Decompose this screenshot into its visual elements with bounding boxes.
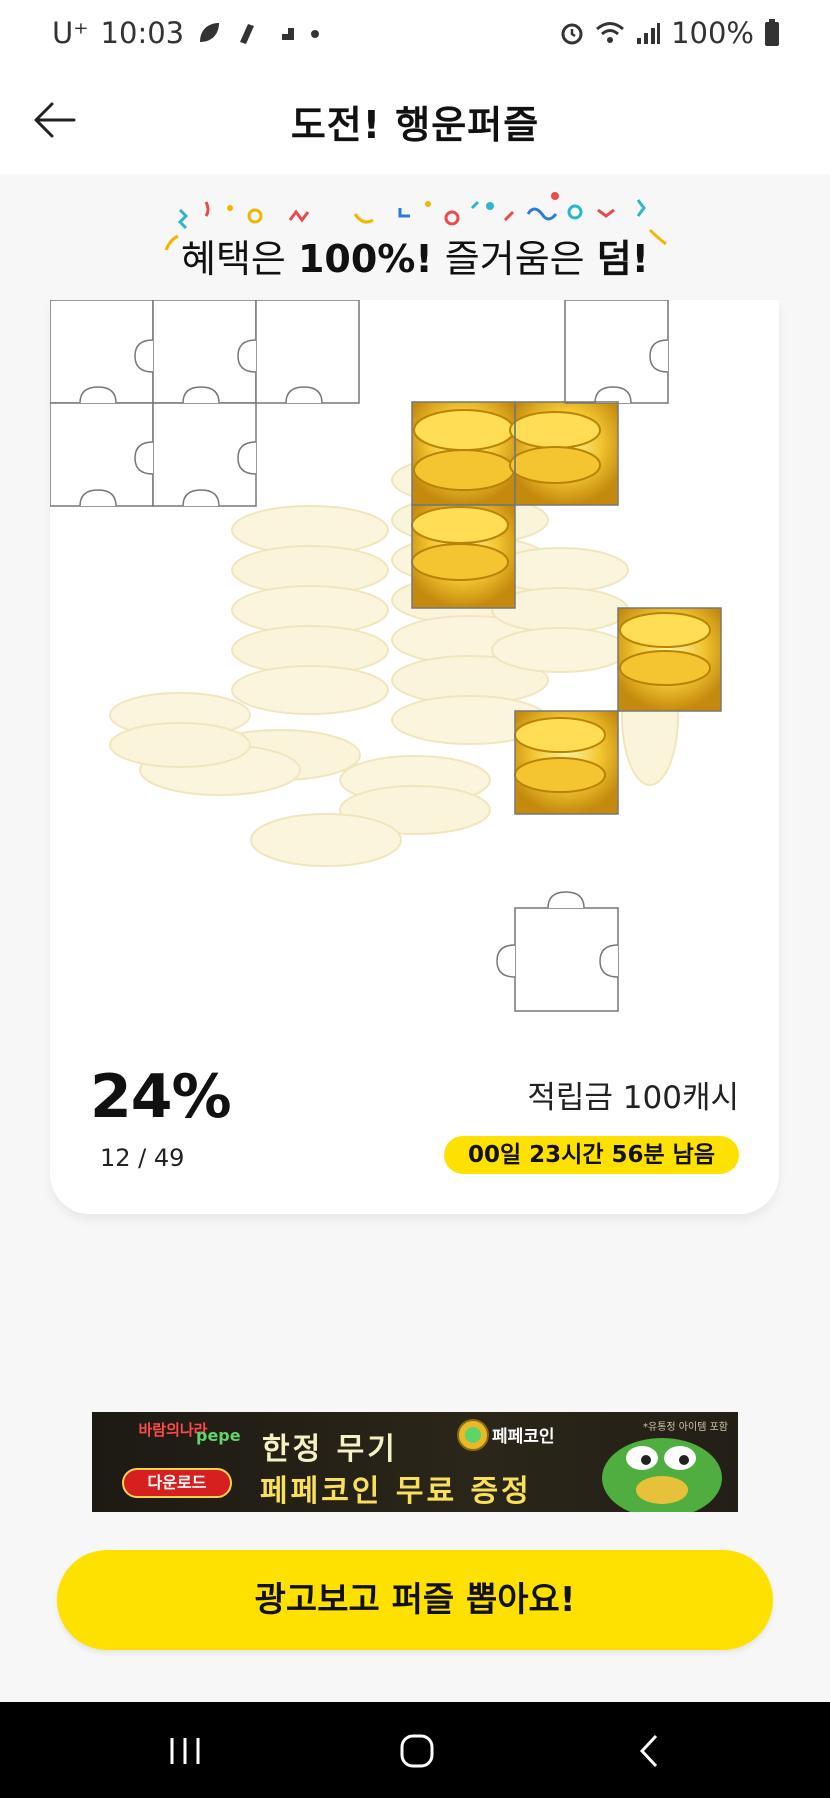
status-bar: U⁺ 10:03 100% — [0, 0, 830, 70]
revealed-piece — [514, 711, 618, 814]
progress-percent: 24% — [90, 1062, 232, 1132]
leaf-icon — [200, 23, 220, 42]
back-nav-icon[interactable] — [626, 1728, 676, 1774]
puzzle-board — [50, 300, 722, 1012]
gesture-icon — [240, 24, 255, 44]
revealed-piece — [412, 402, 515, 505]
banner-line2: 페페코인 무료 증정 — [260, 1474, 532, 1509]
status-left: U⁺ 10:03 — [52, 16, 320, 50]
recent-apps-icon[interactable] — [160, 1728, 210, 1774]
time-left-badge: 00일 23시간 56분 남음 — [443, 1136, 739, 1174]
watch-ad-draw-button[interactable]: 광고보고 퍼즐 뽑아요! — [57, 1550, 773, 1650]
revealed-piece — [509, 402, 618, 505]
carrier-label: U⁺ — [52, 16, 89, 50]
alarm-icon — [561, 23, 583, 45]
banner-coin-name: 페페코인 — [492, 1427, 555, 1447]
signal-icon — [637, 23, 661, 44]
app-bar: 도전! 행운퍼즐 — [0, 70, 830, 174]
battery-icon — [765, 19, 779, 46]
headline-part2: 즐거움은 — [432, 237, 597, 281]
revealed-piece — [411, 505, 515, 608]
headline-part1: 혜택은 — [181, 237, 298, 281]
clock: 10:03 — [100, 16, 185, 50]
headline: 혜택은 100%! 즐거움은 덤! — [0, 228, 830, 283]
puzzle-card: 24% 12 / 49 적립금 100캐시 00일 23시간 56분 남음 — [50, 300, 779, 1214]
banner-download-button[interactable]: 다운로드 — [122, 1468, 232, 1498]
progress-count: 12 / 49 — [100, 1144, 185, 1172]
step-icon — [276, 28, 295, 40]
headline-bold2: 덤! — [596, 237, 649, 281]
ad-banner[interactable]: 바람의나라 pepe 다운로드 한정 무기 페페코인 무료 증정 페페코인 *유… — [92, 1412, 738, 1512]
system-nav-bar — [0, 1702, 830, 1798]
reward-label: 적립금 100캐시 — [527, 1080, 739, 1116]
page-title: 도전! 행운퍼즐 — [290, 103, 540, 147]
pepe-coin-icon — [457, 1419, 489, 1451]
banner-partner: pepe — [196, 1426, 241, 1445]
status-right: 100% — [559, 16, 780, 50]
revealed-piece — [618, 608, 721, 711]
dot-icon — [311, 30, 320, 38]
headline-bold1: 100%! — [297, 237, 433, 281]
battery-level: 100% — [671, 16, 754, 50]
wifi-icon — [596, 22, 625, 43]
home-icon[interactable] — [392, 1728, 442, 1774]
banner-line1: 한정 무기 — [262, 1432, 398, 1467]
pepe-character-icon — [602, 1438, 722, 1512]
